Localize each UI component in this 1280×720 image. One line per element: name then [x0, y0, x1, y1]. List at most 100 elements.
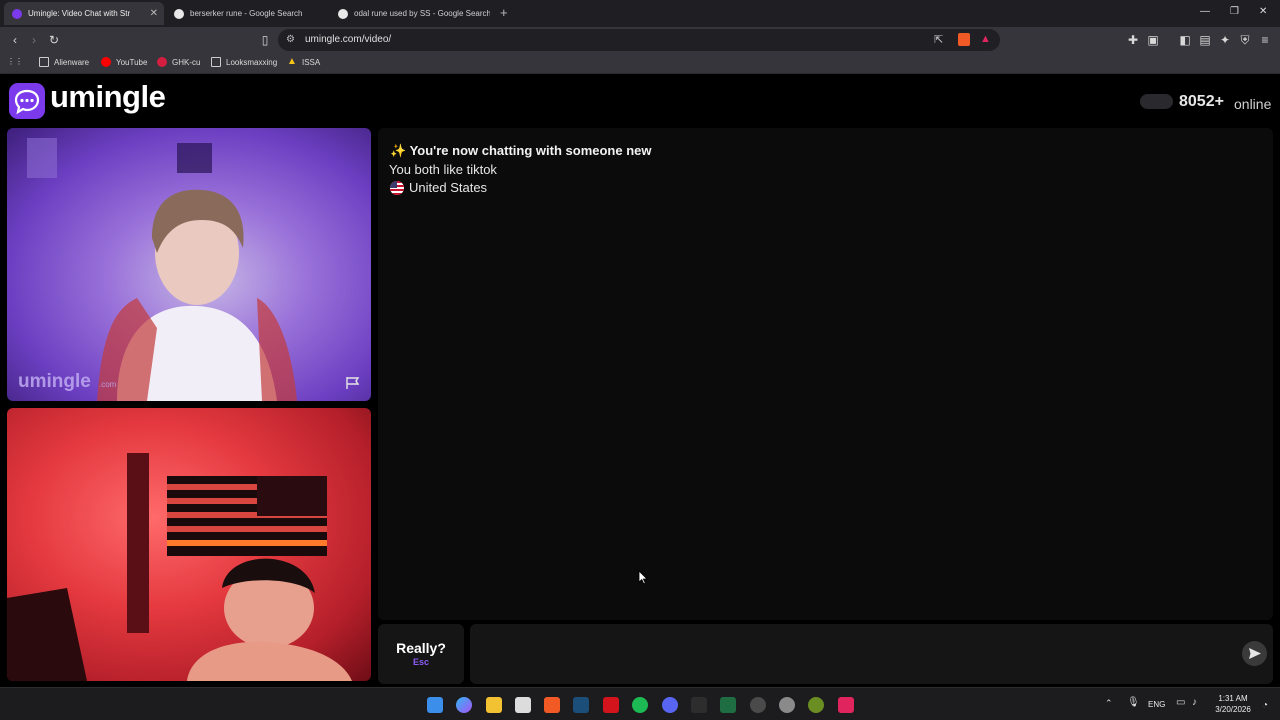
- bookmark-label: ISSA: [302, 57, 321, 67]
- tab-umingle[interactable]: Umingle: Video Chat with Str ✕: [4, 2, 164, 25]
- umingle-favicon-icon: [12, 8, 22, 19]
- minimize-icon[interactable]: —: [1200, 6, 1210, 17]
- steam-icon[interactable]: [573, 697, 589, 713]
- bookmark-label: Looksmaxxing: [226, 57, 278, 67]
- chevron-up-icon[interactable]: ⌃: [1105, 698, 1113, 709]
- tab-title: Umingle: Video Chat with Str: [28, 9, 131, 18]
- close-icon[interactable]: ✕: [150, 8, 158, 19]
- logo-chat-icon[interactable]: [9, 83, 45, 119]
- file-explorer-icon[interactable]: [486, 697, 502, 713]
- american-flag: [167, 476, 327, 556]
- brave-rewards-icon[interactable]: ▲: [980, 33, 991, 45]
- self-video: [7, 408, 371, 681]
- app-icon[interactable]: [750, 697, 766, 713]
- window-close-icon[interactable]: ✕: [1259, 6, 1267, 17]
- network-icon[interactable]: ▭: [1176, 697, 1185, 708]
- epic-games-icon[interactable]: [691, 697, 707, 713]
- report-flag-icon[interactable]: [345, 376, 361, 390]
- online-toggle[interactable]: [1140, 94, 1173, 109]
- xbox-icon[interactable]: [720, 697, 736, 713]
- notifications-icon[interactable]: ◔: [1262, 700, 1268, 711]
- online-label: online: [1234, 96, 1272, 112]
- ghk-cu-icon: [157, 57, 167, 67]
- self-video-feed: [7, 453, 352, 681]
- bookmarks-bar: ⋮⋮ Alienware YouTube GHK-cu Looksmaxxing…: [0, 53, 1280, 74]
- skip-button[interactable]: Really? Esc: [378, 624, 464, 684]
- reload-icon[interactable]: ↻: [47, 33, 61, 47]
- folder-icon: [211, 57, 221, 67]
- wallet-icon[interactable]: ▣: [1146, 33, 1160, 47]
- copilot-icon[interactable]: [456, 697, 472, 713]
- back-icon[interactable]: ‹: [8, 33, 22, 47]
- share-icon[interactable]: ⇱: [934, 33, 943, 46]
- bookmark-issa[interactable]: ▲ ISSA: [287, 57, 320, 67]
- extensions-icon[interactable]: ✚: [1126, 33, 1140, 47]
- umingle-page: umingle 8052+ online umingle .com ✨ You'…: [0, 75, 1280, 687]
- chat-status-headline: ✨ You're now chatting with someone new: [390, 143, 652, 158]
- apps-icon[interactable]: ⋮⋮: [7, 57, 23, 66]
- send-icon: [1249, 648, 1261, 659]
- menu-icon[interactable]: ≡: [1258, 33, 1272, 47]
- bookmark-label: YouTube: [116, 57, 148, 67]
- youtube-icon: [101, 57, 111, 67]
- store-icon[interactable]: [515, 697, 531, 713]
- bookmark-label: GHK-cu: [172, 57, 201, 67]
- stranger-video: umingle .com: [7, 128, 371, 401]
- bookmark-youtube[interactable]: YouTube: [101, 57, 147, 67]
- microphone-icon[interactable]: 🎙︎: [1127, 697, 1140, 708]
- spotify-icon[interactable]: [632, 697, 648, 713]
- volume-icon[interactable]: ♪: [1192, 697, 1197, 708]
- bookmark-label: Alienware: [54, 57, 90, 67]
- stranger-country: United States: [409, 180, 488, 195]
- maximize-icon[interactable]: ❐: [1230, 6, 1239, 17]
- app-icon[interactable]: [808, 697, 824, 713]
- settings-icon[interactable]: [779, 697, 795, 713]
- bookmark-ghk-cu[interactable]: GHK-cu: [157, 57, 200, 67]
- brave-browser-icon[interactable]: [544, 697, 560, 713]
- tab-berserker-rune[interactable]: berserker rune - Google Search: [166, 2, 326, 25]
- clock-time[interactable]: 1:31 AM: [1213, 694, 1253, 703]
- site-logo[interactable]: umingle: [50, 79, 166, 115]
- browser-toolbar: ‹ › ↻ ▯ ⚙ umingle.com/video/ ⇱ ▲ ✚ ▣ ◧ ▤…: [0, 27, 1280, 53]
- sidebar-icon[interactable]: ◧: [1178, 33, 1192, 47]
- browser-tab-bar: Umingle: Video Chat with Str ✕ berserker…: [0, 0, 1280, 27]
- tab-title: odal rune used by SS - Google Search: [354, 9, 490, 18]
- url-text[interactable]: umingle.com/video/: [305, 34, 391, 45]
- send-button[interactable]: [1242, 641, 1267, 666]
- clock-date[interactable]: 3/20/2026: [1211, 705, 1255, 714]
- bookmark-looksmaxxing[interactable]: Looksmaxxing: [211, 57, 277, 67]
- google-favicon-icon: [338, 8, 348, 19]
- folder-icon: [39, 57, 49, 67]
- tab-title: berserker rune - Google Search: [190, 9, 303, 18]
- leo-ai-icon[interactable]: ✦: [1218, 33, 1232, 47]
- bookmark-alienware[interactable]: Alienware: [39, 57, 89, 67]
- address-bar[interactable]: ⚙ umingle.com/video/ ⇱ ▲: [278, 29, 1000, 51]
- brave-shields-icon[interactable]: [958, 33, 970, 46]
- online-count: 8052+: [1179, 93, 1224, 110]
- site-info-icon[interactable]: ⚙: [286, 34, 295, 45]
- umingle-watermark-suffix: .com: [99, 380, 117, 389]
- discord-icon[interactable]: [662, 697, 678, 713]
- skip-shortcut-key: Esc: [412, 657, 429, 667]
- forward-icon[interactable]: ›: [27, 33, 41, 47]
- windows-start-icon[interactable]: [427, 697, 443, 713]
- stranger-video-feed: [27, 138, 297, 401]
- vpn-icon[interactable]: ⛨: [1238, 33, 1252, 47]
- tab-odal-rune[interactable]: odal rune used by SS - Google Search: [330, 2, 490, 25]
- shared-interest-text: You both like tiktok: [389, 162, 497, 177]
- umingle-watermark: umingle: [18, 371, 91, 392]
- message-input[interactable]: [470, 624, 1273, 684]
- us-flag-icon: [390, 181, 404, 195]
- language-indicator[interactable]: ENG: [1148, 700, 1165, 709]
- google-favicon-icon: [174, 8, 184, 19]
- mouse-cursor-icon: [638, 570, 648, 585]
- tab-search-icon[interactable]: ▤: [1198, 33, 1212, 47]
- issa-icon: ▲: [287, 56, 297, 67]
- windows-taskbar: ⌃ 🎙︎ ENG ▭ ♪ 1:31 AM 3/20/2026 ◔: [0, 687, 1280, 720]
- skip-label: Really?: [396, 640, 446, 656]
- brave-alt-icon[interactable]: [838, 697, 854, 713]
- new-tab-button[interactable]: +: [500, 5, 508, 20]
- chat-panel: ✨ You're now chatting with someone new Y…: [378, 128, 1273, 620]
- red-app-icon[interactable]: [603, 697, 619, 713]
- bookmark-icon[interactable]: ▯: [258, 33, 272, 47]
